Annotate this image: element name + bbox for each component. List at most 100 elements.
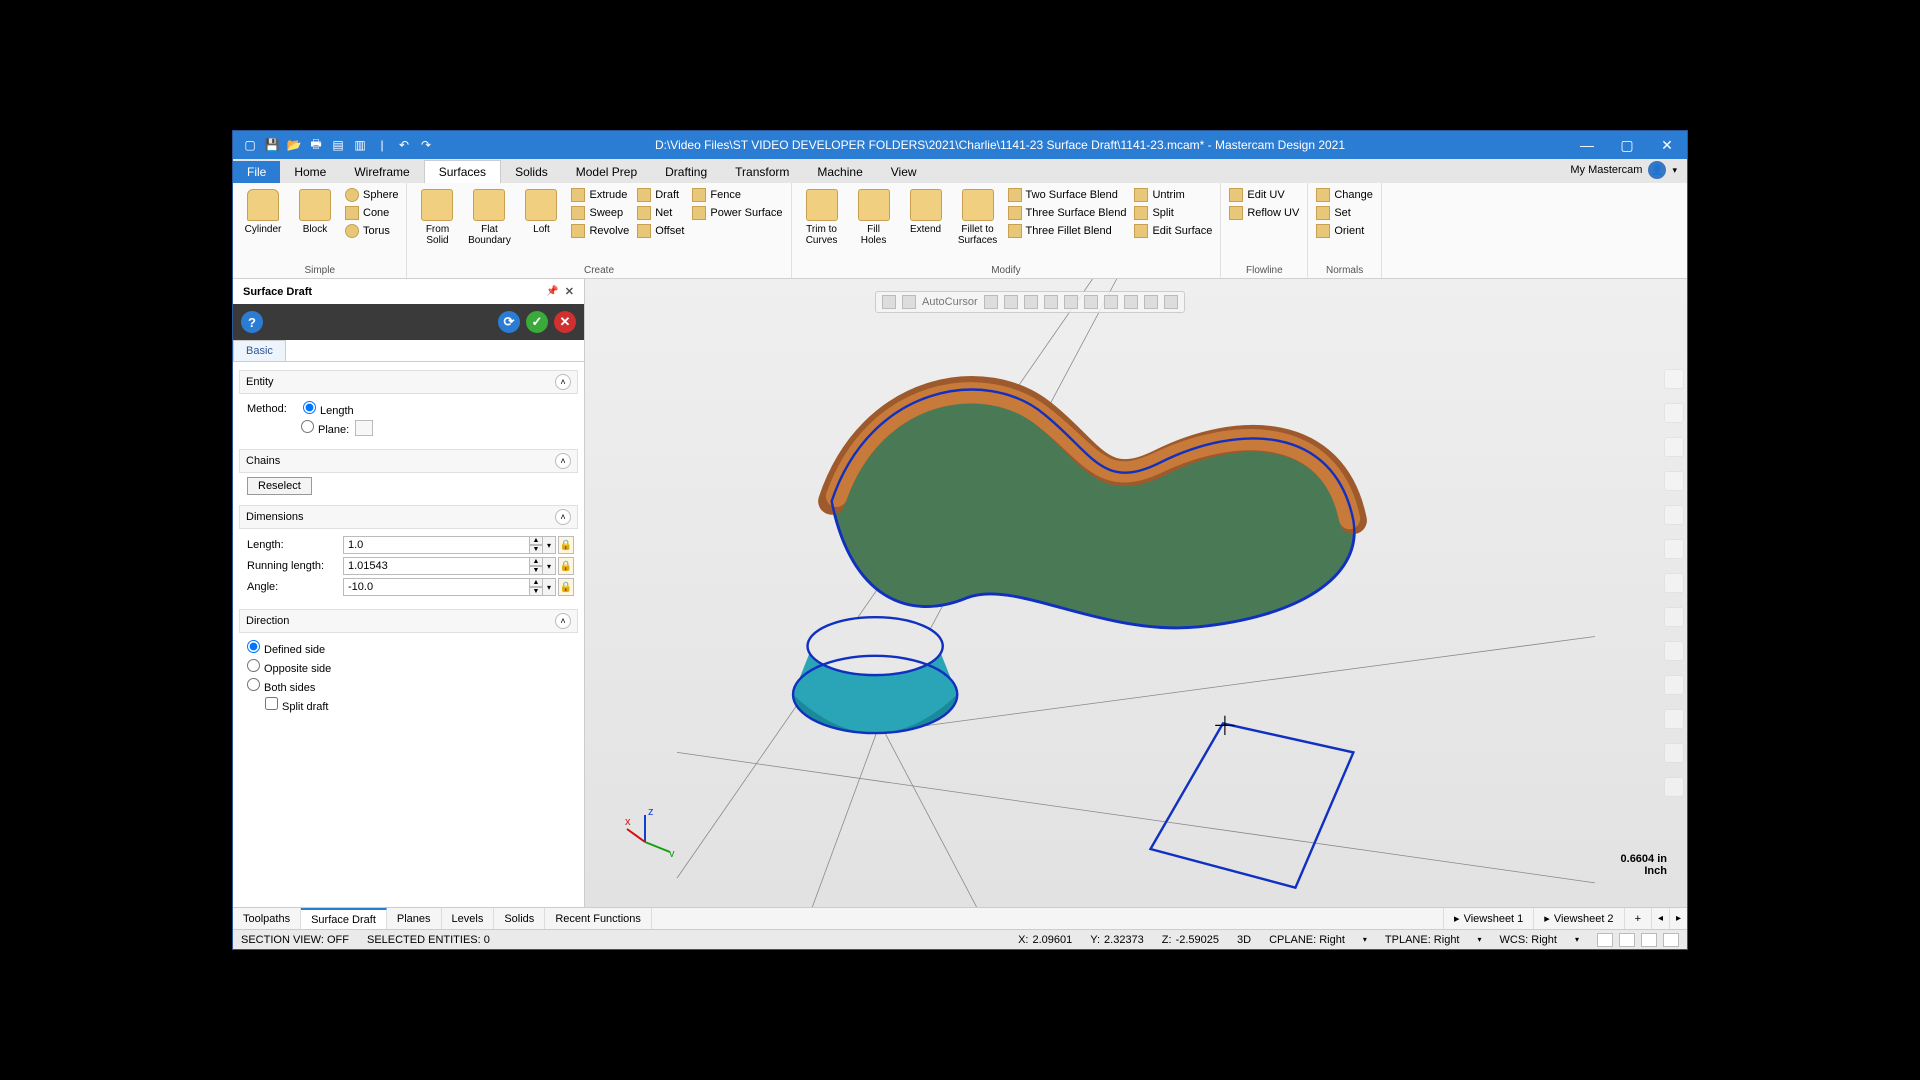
rs-rotate-icon[interactable]: [1664, 437, 1684, 457]
tab-home[interactable]: Home: [280, 161, 340, 183]
floating-toolbar[interactable]: AutoCursor: [875, 291, 1185, 313]
dropdown-icon[interactable]: ▾: [542, 557, 556, 575]
reflow-uv-button[interactable]: Reflow UV: [1227, 205, 1301, 221]
maximize-button[interactable]: ▢: [1607, 131, 1647, 159]
plane-picker-button[interactable]: [355, 420, 373, 436]
tool6-icon[interactable]: [1084, 295, 1098, 309]
print-icon[interactable]: 🖶: [309, 138, 323, 152]
viewsheet1-tab[interactable]: ▸Viewsheet 1: [1443, 908, 1533, 929]
rs-b-icon[interactable]: [1664, 675, 1684, 695]
btab-recent[interactable]: Recent Functions: [545, 908, 652, 929]
running-length-field[interactable]: [343, 557, 530, 575]
rs-plane-icon[interactable]: [1664, 607, 1684, 627]
btab-surface-draft[interactable]: Surface Draft: [301, 908, 387, 929]
tool3-icon[interactable]: [1024, 295, 1038, 309]
length-field[interactable]: [343, 536, 530, 554]
dropdown-icon[interactable]: ▾: [542, 536, 556, 554]
pin-icon[interactable]: 📌: [546, 286, 558, 297]
tool2-icon[interactable]: [1004, 295, 1018, 309]
lock-icon[interactable]: 🔒: [558, 557, 574, 575]
status-icon-b[interactable]: [1619, 933, 1635, 947]
fillet-surfaces-button[interactable]: Fillet to Surfaces: [954, 187, 1002, 248]
dropdown-icon[interactable]: ▾: [542, 578, 556, 596]
viewsheet2-tab[interactable]: ▸Viewsheet 2: [1533, 908, 1623, 929]
rs-wire-icon[interactable]: [1664, 539, 1684, 559]
status-icon-d[interactable]: [1663, 933, 1679, 947]
sphere-button[interactable]: Sphere: [343, 187, 400, 203]
rs-fit-icon[interactable]: [1664, 403, 1684, 423]
angle-input[interactable]: ▲▼ ▾ 🔒: [343, 578, 574, 596]
tool9-icon[interactable]: [1144, 295, 1158, 309]
tool7-icon[interactable]: [1104, 295, 1118, 309]
tab-surfaces[interactable]: Surfaces: [424, 160, 501, 183]
help-button[interactable]: ?: [241, 311, 263, 333]
from-solid-button[interactable]: From Solid: [413, 187, 461, 248]
scroll-left-icon[interactable]: ◂: [1651, 908, 1669, 929]
btab-solids[interactable]: Solids: [494, 908, 545, 929]
add-viewsheet-button[interactable]: +: [1624, 908, 1651, 929]
tab-drafting[interactable]: Drafting: [651, 161, 721, 183]
rs-pan-icon[interactable]: [1664, 471, 1684, 491]
snap-icon[interactable]: [882, 295, 896, 309]
new-icon[interactable]: ▢: [243, 138, 257, 152]
screen-icon[interactable]: ▤: [331, 138, 345, 152]
view-mode-3d[interactable]: 3D: [1237, 934, 1251, 946]
revolve-button[interactable]: Revolve: [569, 223, 631, 239]
both-sides-radio[interactable]: Both sides: [247, 678, 315, 694]
apply-continue-button[interactable]: ⟳: [498, 311, 520, 333]
tab-view[interactable]: View: [877, 161, 931, 183]
save-icon[interactable]: 💾: [265, 138, 279, 152]
tab-transform[interactable]: Transform: [721, 161, 803, 183]
trim-curves-button[interactable]: Trim to Curves: [798, 187, 846, 248]
btab-toolpaths[interactable]: Toolpaths: [233, 908, 301, 929]
chevron-down-icon[interactable]: ▾: [1672, 165, 1677, 176]
extend-button[interactable]: Extend: [902, 187, 950, 237]
tool1-icon[interactable]: [984, 295, 998, 309]
length-input[interactable]: ▲▼ ▾ 🔒: [343, 536, 574, 554]
block-button[interactable]: Block: [291, 187, 339, 237]
rs-c-icon[interactable]: [1664, 709, 1684, 729]
redo-icon[interactable]: ↷: [419, 138, 433, 152]
tplane-status[interactable]: TPLANE: Right: [1385, 934, 1460, 946]
rs-zoom-icon[interactable]: [1664, 369, 1684, 389]
rs-shade-icon[interactable]: [1664, 505, 1684, 525]
tab-model-prep[interactable]: Model Prep: [562, 161, 651, 183]
running-length-input[interactable]: ▲▼ ▾ 🔒: [343, 557, 574, 575]
rs-e-icon[interactable]: [1664, 777, 1684, 797]
spin-down-icon[interactable]: ▼: [529, 566, 543, 575]
net-button[interactable]: Net: [635, 205, 686, 221]
tab-solids[interactable]: Solids: [501, 161, 562, 183]
status-icon-c[interactable]: [1641, 933, 1657, 947]
opposite-side-radio[interactable]: Opposite side: [247, 659, 331, 675]
screen2-icon[interactable]: ▥: [353, 138, 367, 152]
collapse-icon[interactable]: ˄: [555, 509, 571, 525]
three-blend-button[interactable]: Three Surface Blend: [1006, 205, 1129, 221]
defined-side-radio[interactable]: Defined side: [247, 640, 325, 656]
file-menu[interactable]: File: [233, 161, 280, 183]
undo-icon[interactable]: ↶: [397, 138, 411, 152]
offset-button[interactable]: Offset: [635, 223, 686, 239]
untrim-button[interactable]: Untrim: [1132, 187, 1214, 203]
rs-view-icon[interactable]: [1664, 573, 1684, 593]
btab-levels[interactable]: Levels: [442, 908, 495, 929]
torus-button[interactable]: Torus: [343, 223, 400, 239]
angle-field[interactable]: [343, 578, 530, 596]
method-plane-radio[interactable]: Plane:: [301, 420, 349, 436]
lock-icon[interactable]: 🔒: [558, 536, 574, 554]
sweep-button[interactable]: Sweep: [569, 205, 631, 221]
cursor-icon[interactable]: [902, 295, 916, 309]
chevron-down-icon[interactable]: ▾: [1575, 935, 1579, 944]
cancel-button[interactable]: ✕: [554, 311, 576, 333]
fill-holes-button[interactable]: Fill Holes: [850, 187, 898, 248]
panel-tab-basic[interactable]: Basic: [233, 340, 286, 361]
split-draft-checkbox[interactable]: Split draft: [265, 697, 328, 713]
draft-button[interactable]: Draft: [635, 187, 686, 203]
close-button[interactable]: ✕: [1647, 131, 1687, 159]
tool8-icon[interactable]: [1124, 295, 1138, 309]
tool4-icon[interactable]: [1044, 295, 1058, 309]
collapse-icon[interactable]: ˄: [555, 613, 571, 629]
lock-icon[interactable]: 🔒: [558, 578, 574, 596]
change-button[interactable]: Change: [1314, 187, 1375, 203]
wcs-status[interactable]: WCS: Right: [1500, 934, 1557, 946]
three-fillet-button[interactable]: Three Fillet Blend: [1006, 223, 1129, 239]
